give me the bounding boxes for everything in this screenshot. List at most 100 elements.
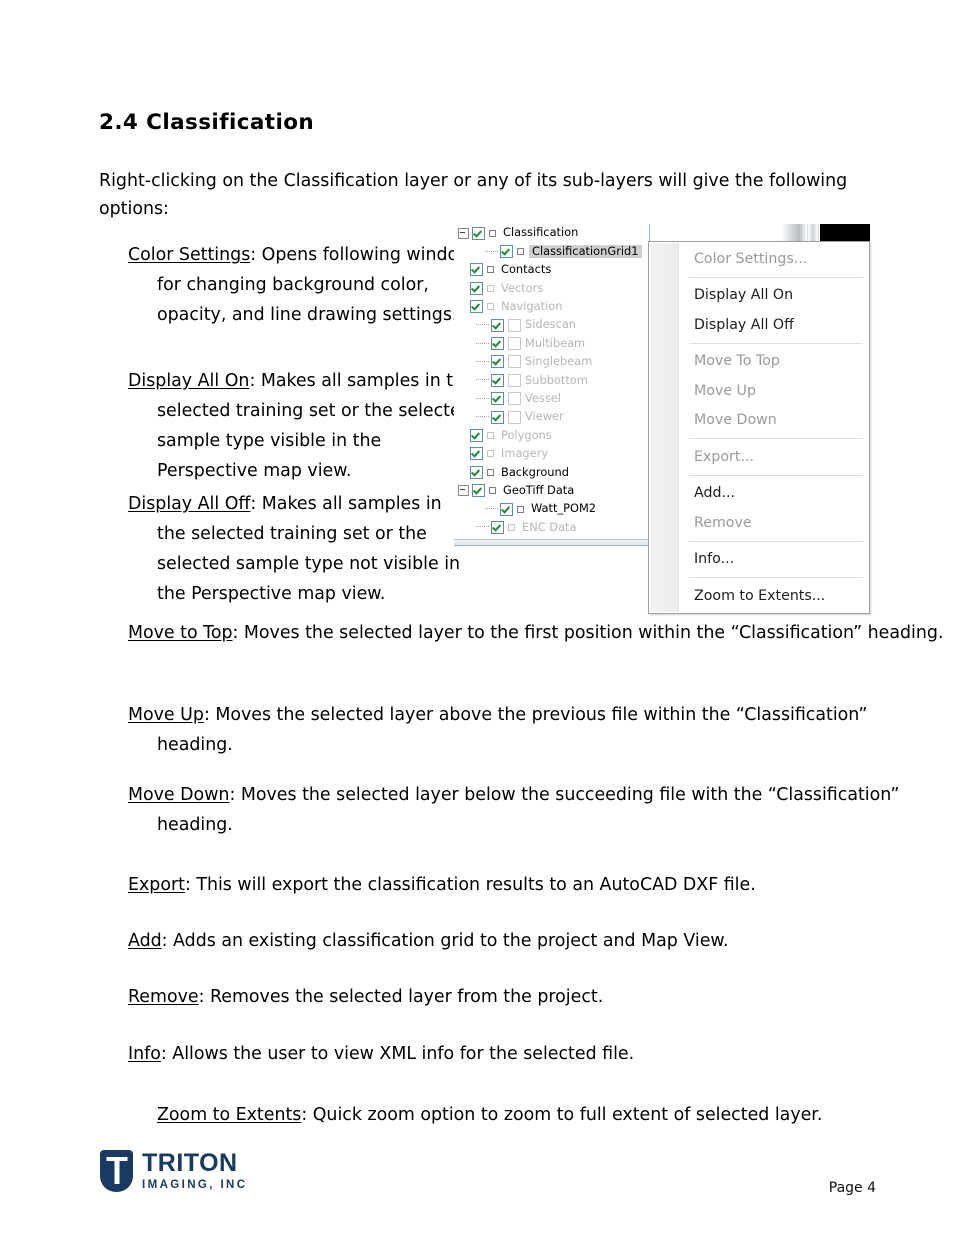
definition-text: : Removes the selected layer from the pr… (198, 987, 604, 1007)
layer-visibility-checkbox[interactable] (491, 373, 504, 387)
layer-tree-row[interactable]: Navigation (454, 298, 649, 316)
layer-tree-row[interactable]: Viewer (454, 408, 649, 426)
definition-text: : Quick zoom option to zoom to full exte… (301, 1105, 823, 1125)
layer-name-label: Contacts (501, 262, 552, 277)
layer-type-icon (517, 248, 524, 256)
layer-type-icon (487, 266, 494, 274)
definition-add: Add: Adds an existing classification gri… (128, 926, 947, 956)
layer-visibility-checkbox[interactable] (491, 318, 504, 332)
layer-tree-row[interactable]: Imagery (454, 445, 649, 463)
layer-type-icon (517, 505, 524, 513)
layer-name-label: Classification (503, 225, 579, 240)
layer-tree-row[interactable]: Vectors (454, 279, 649, 297)
layer-tree-row[interactable]: Background (454, 463, 649, 481)
application-screenshot: Classification ClassificationGrid1 Contact… (454, 224, 870, 614)
layer-visibility-checkbox[interactable] (470, 300, 483, 314)
definition-move-down: Move Down: Moves the selected layer belo… (128, 780, 947, 840)
layer-tree-row[interactable]: Sidescan (454, 316, 649, 334)
context-menu-item[interactable]: Add... (649, 479, 869, 509)
layer-visibility-checkbox[interactable] (491, 355, 504, 369)
tree-connector-line (485, 250, 498, 253)
layer-tree-row[interactable]: Contacts (454, 261, 649, 279)
definition-display-all-off: Display All Off: Makes all samples in th… (128, 489, 475, 609)
layer-name-label: ENC Data (522, 519, 577, 534)
layer-tree-row[interactable]: Vessel (454, 390, 649, 408)
layer-name-label: Viewer (525, 409, 564, 424)
document-page: 2.4 Classification Right-clicking on the… (0, 0, 954, 1235)
layer-secondary-checkbox[interactable] (508, 373, 521, 387)
layer-tree-row[interactable]: GeoTiff Data (454, 481, 649, 499)
layer-secondary-checkbox[interactable] (508, 355, 521, 369)
context-menu-item: Move To Top (694, 353, 780, 370)
layer-tree-row[interactable]: ClassificationGrid1 (454, 242, 649, 260)
layer-context-menu[interactable]: Color Settings... Display All On Display A… (648, 241, 870, 614)
layer-name-label: Sidescan (525, 317, 577, 332)
layer-tree-row[interactable]: Classification (454, 224, 649, 242)
term-label: Move Down (128, 785, 230, 805)
layer-visibility-checkbox[interactable] (491, 337, 504, 351)
logo-wordmark: TRITON IMAGING, INC (142, 1148, 247, 1192)
layer-visibility-checkbox[interactable] (500, 502, 513, 516)
layer-visibility-checkbox[interactable] (491, 520, 504, 534)
layer-visibility-checkbox[interactable] (470, 428, 483, 442)
context-menu-item: Remove (694, 514, 752, 531)
layer-tree-row[interactable]: Polygons (454, 426, 649, 444)
context-menu-item[interactable]: Info... (649, 545, 869, 575)
context-menu-item: Color Settings... (694, 250, 808, 267)
term-label: Add (128, 931, 162, 951)
term-label: Display All On (128, 371, 250, 391)
layer-tree-row[interactable]: Subbottom (454, 371, 649, 389)
definition-text: : Moves the selected layer below the suc… (157, 785, 900, 835)
term-label: Info (128, 1044, 161, 1064)
definition-text: : Allows the user to view XML info for t… (160, 1044, 635, 1064)
context-menu-item[interactable]: Display All On (649, 281, 869, 311)
definition-text: : This will export the classification re… (184, 875, 756, 895)
layer-type-icon (487, 303, 494, 311)
layer-type-icon (508, 523, 515, 531)
layer-name-label: Vessel (525, 391, 561, 405)
layer-type-icon (487, 431, 494, 439)
context-menu-item[interactable]: Zoom to Extents... (649, 581, 869, 611)
definition-move-up: Move Up: Moves the selected layer above … (128, 700, 947, 760)
definition-color-settings: Color Settings: Opens following window f… (128, 240, 475, 330)
layer-tree-panel[interactable]: Classification ClassificationGrid1 Contact… (454, 224, 650, 546)
definition-info: Info: Allows the user to view XML info f… (128, 1039, 947, 1069)
layer-type-icon (487, 450, 494, 458)
layer-visibility-checkbox[interactable] (491, 392, 504, 406)
collapse-minus-icon[interactable] (458, 485, 469, 497)
layer-visibility-checkbox[interactable] (470, 447, 483, 461)
term-label: Zoom to Extents (157, 1105, 302, 1125)
layer-secondary-checkbox[interactable] (508, 318, 521, 332)
triton-logo: TRITON IMAGING, INC (100, 1150, 247, 1192)
layer-visibility-checkbox[interactable] (472, 226, 485, 240)
layer-visibility-checkbox[interactable] (500, 245, 513, 259)
layer-visibility-checkbox[interactable] (470, 263, 483, 277)
definition-export: Export: This will export the classificat… (128, 870, 947, 900)
layer-visibility-checkbox[interactable] (491, 410, 504, 424)
layer-tree-row[interactable]: ENC Data (454, 518, 649, 536)
collapse-minus-icon[interactable] (458, 227, 469, 239)
layer-name-label: Navigation (501, 299, 563, 314)
context-menu-item[interactable]: Display All Off (649, 310, 869, 340)
menu-separator (689, 474, 863, 476)
layer-tree-row[interactable]: Multibeam (454, 334, 649, 352)
tree-connector-line (476, 526, 489, 528)
layer-tree-row[interactable]: Singlebeam (454, 353, 649, 371)
logo-name: TRITON (142, 1148, 238, 1177)
layer-tree-row[interactable]: Watt_POM2 (454, 500, 649, 518)
layer-name-label: Multibeam (525, 335, 586, 350)
tree-connector-line (485, 508, 498, 510)
menu-separator (689, 342, 863, 344)
layer-visibility-checkbox[interactable] (470, 465, 483, 479)
context-menu-item: Export... (694, 448, 754, 465)
layer-visibility-checkbox[interactable] (472, 484, 485, 498)
layer-secondary-checkbox[interactable] (508, 392, 521, 406)
menu-separator (689, 577, 863, 578)
layer-visibility-checkbox[interactable] (470, 281, 483, 295)
layer-secondary-checkbox[interactable] (508, 410, 521, 424)
layer-name-label: Singlebeam (525, 354, 593, 369)
layer-secondary-checkbox[interactable] (508, 337, 521, 351)
term-label: Color Settings (128, 245, 251, 265)
layer-name-label: GeoTiff Data (503, 482, 575, 497)
layer-type-icon (489, 229, 496, 237)
